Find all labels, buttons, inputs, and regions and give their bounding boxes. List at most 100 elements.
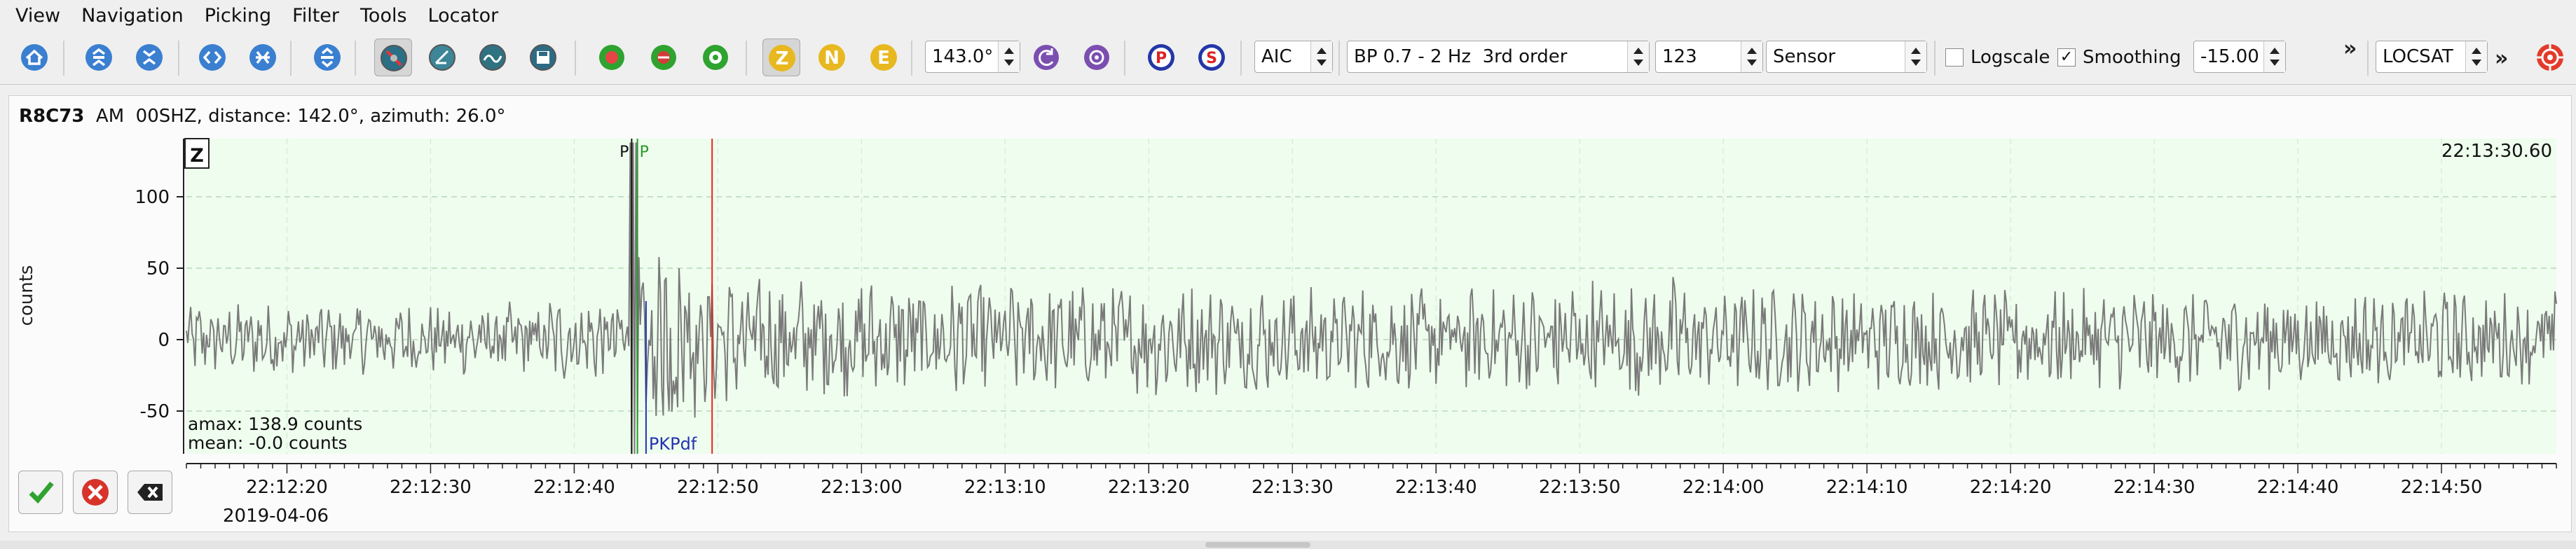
next-icon <box>249 44 276 71</box>
unit-value: Sensor <box>1773 46 1836 67</box>
smoothing-checkbox[interactable]: ✓ Smoothing <box>2057 46 2181 69</box>
scroll-down-button[interactable] <box>130 39 168 76</box>
picker-select[interactable]: AIC <box>1254 41 1333 73</box>
filter-select[interactable]: BP 0.7 - 2 Hz 3rd order <box>1347 41 1650 73</box>
number-value: 123 <box>1662 46 1697 67</box>
trace-mode-button[interactable] <box>374 39 412 76</box>
mean-label: mean: -0.0 counts <box>188 433 348 453</box>
locate-button[interactable] <box>2531 39 2569 76</box>
toolbar-overflow-2-icon[interactable]: » <box>2495 46 2508 71</box>
home-button[interactable] <box>15 39 53 76</box>
svg-text:E: E <box>877 48 890 69</box>
date-label: 2019-04-06 <box>223 506 329 527</box>
number-select[interactable]: 123 <box>1655 41 1763 73</box>
scroll-down-icon <box>136 44 163 71</box>
x-tick-label: 22:12:30 <box>390 477 472 498</box>
x-tick-label: 22:13:10 <box>964 477 1046 498</box>
x-tick-label: 22:14:40 <box>2257 477 2339 498</box>
scroll-up-button[interactable] <box>80 39 118 76</box>
pick-auto-icon <box>703 45 728 70</box>
theoretical-s-button[interactable]: S <box>1193 39 1231 76</box>
picker-dropdown-arrows <box>1310 41 1332 72</box>
rotate-icon <box>1034 45 1059 70</box>
x-tick-label: 22:13:00 <box>821 477 903 498</box>
rotate-back-button[interactable] <box>1078 39 1116 76</box>
station-header: R8C73 AM 00SHZ, distance: 142.0°, azimut… <box>19 106 506 127</box>
menu-navigation[interactable]: Navigation <box>73 5 192 27</box>
home-icon <box>21 44 48 71</box>
pick-red-icon <box>651 45 676 70</box>
amax-label: amax: 138.9 counts <box>188 414 362 434</box>
picker-value: AIC <box>1261 46 1292 67</box>
svg-text:S: S <box>1206 50 1217 67</box>
azimuth-spinbox[interactable]: 143.0° <box>925 41 1020 73</box>
component-z-button[interactable]: Z <box>762 39 800 76</box>
x-tick-label: 22:14:10 <box>1826 477 1908 498</box>
theoretical-p-icon: P <box>1148 44 1174 71</box>
align-button[interactable] <box>308 39 346 76</box>
clear-button[interactable] <box>128 471 172 514</box>
logscale-checkbox[interactable]: Logscale <box>1945 46 2050 69</box>
smoothing-spin-arrows[interactable] <box>2263 41 2285 72</box>
smoothing-value: -15.00 <box>2200 46 2259 67</box>
save-button[interactable] <box>524 39 562 76</box>
y-tick-label: 0 <box>158 330 170 351</box>
network-code: AM <box>95 106 125 127</box>
pick-label-theoretical: PKPdf <box>649 434 697 454</box>
x-tick-label: 22:12:50 <box>677 477 759 498</box>
checkmark-icon <box>27 478 55 506</box>
locator-select[interactable]: LOCSAT <box>2376 41 2488 73</box>
svg-text:Z: Z <box>776 48 789 69</box>
menu-locator[interactable]: Locator <box>420 5 507 27</box>
y-tick-label: 100 <box>135 187 170 208</box>
spectrum-button[interactable] <box>474 39 512 76</box>
component-label: Z <box>190 145 204 167</box>
next-button[interactable] <box>244 39 282 76</box>
pick-label-manual: P <box>619 144 629 161</box>
pick-p-button[interactable] <box>593 39 631 76</box>
reject-icon <box>82 479 109 506</box>
theoretical-s-icon: S <box>1198 44 1225 71</box>
component-label-box: Z <box>184 138 210 169</box>
menu-tools[interactable]: Tools <box>352 5 416 27</box>
scrollbar-thumb[interactable] <box>1205 542 1310 548</box>
menu-view[interactable]: View <box>7 5 69 27</box>
pick-auto-button[interactable] <box>697 39 734 76</box>
rotation-icon <box>429 44 455 71</box>
rotation-button[interactable] <box>423 39 461 76</box>
component-e-icon: E <box>870 44 897 71</box>
align-icon <box>314 44 341 71</box>
y-tick-label: 50 <box>146 258 170 279</box>
pick-s-button[interactable] <box>645 39 683 76</box>
x-tick-label: 22:13:30 <box>1252 477 1334 498</box>
previous-icon <box>199 44 226 71</box>
filter-value: BP 0.7 - 2 Hz 3rd order <box>1354 46 1568 67</box>
component-e-button[interactable]: E <box>865 39 903 76</box>
reject-button[interactable] <box>73 471 118 514</box>
scroll-up-icon <box>85 44 112 71</box>
x-tick-label: 22:13:40 <box>1395 477 1477 498</box>
smoothing-check-box[interactable]: ✓ <box>2057 48 2076 67</box>
menu-picking[interactable]: Picking <box>196 5 280 27</box>
component-z-icon: Z <box>769 45 795 71</box>
unit-dropdown-arrows <box>1905 41 1926 72</box>
unit-select[interactable]: Sensor <box>1766 41 1927 73</box>
x-tick-label: 22:14:00 <box>1683 477 1765 498</box>
x-tick-label: 22:12:20 <box>246 477 328 498</box>
locator-value: LOCSAT <box>2383 46 2453 67</box>
smoothing-spinbox[interactable]: -15.00 <box>2193 41 2286 73</box>
rotate-button[interactable] <box>1027 39 1065 76</box>
toolbar: Z N E 143.0° P S AIC BP 0.7 - 2 Hz 3rd o… <box>0 31 2576 85</box>
menu-filter[interactable]: Filter <box>284 5 348 27</box>
azimuth-value: 143.0° <box>932 46 994 67</box>
azimuth-spin-arrows[interactable] <box>998 41 1020 72</box>
accept-button[interactable] <box>18 471 63 514</box>
x-tick-label: 22:12:40 <box>533 477 615 498</box>
theoretical-p-button[interactable]: P <box>1142 39 1180 76</box>
toolbar-overflow-icon[interactable]: » <box>2343 36 2357 61</box>
horizontal-scrollbar[interactable] <box>0 541 2576 549</box>
component-n-button[interactable]: N <box>813 39 851 76</box>
x-tick-label: 22:14:30 <box>2113 477 2195 498</box>
previous-button[interactable] <box>193 39 231 76</box>
logscale-check-box[interactable] <box>1945 48 1964 67</box>
